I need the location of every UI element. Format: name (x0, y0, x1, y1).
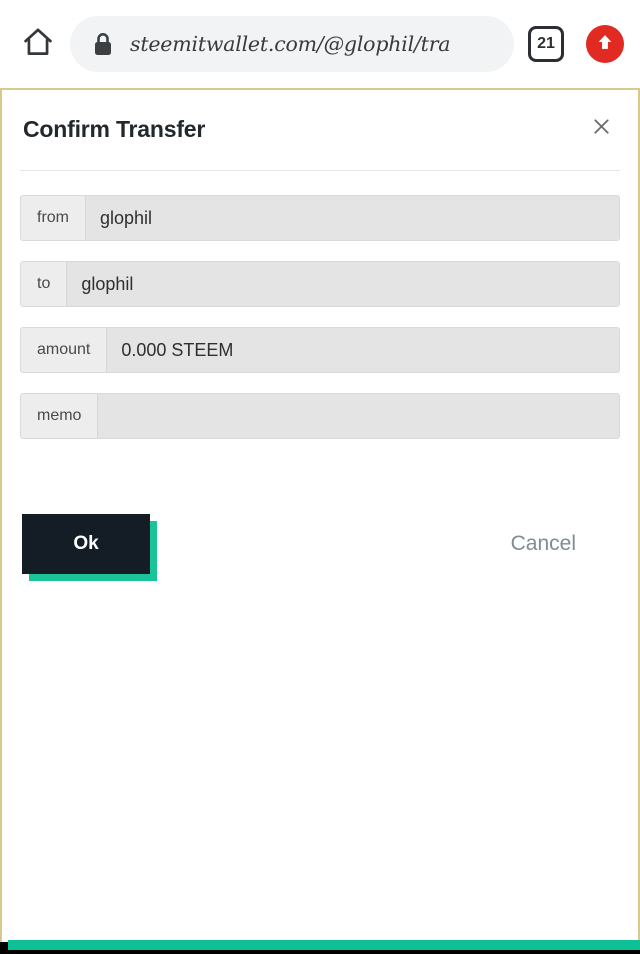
field-value-from[interactable]: glophil (86, 196, 619, 240)
ok-button[interactable]: Ok (22, 514, 150, 574)
confirm-transfer-dialog: Confirm Transfer from glophil to glophil… (2, 90, 638, 589)
tab-count-label: 21 (537, 35, 555, 52)
field-row-from: from glophil (20, 195, 620, 241)
close-button[interactable] (586, 114, 616, 144)
browser-toolbar: steemitwallet.com/@glophil/tra 21 (0, 0, 640, 88)
field-value-memo[interactable] (98, 394, 619, 438)
field-label-from: from (21, 196, 86, 240)
field-label-to: to (21, 262, 68, 306)
lock-icon (92, 31, 114, 57)
url-bar[interactable]: steemitwallet.com/@glophil/tra (70, 16, 514, 72)
field-value-to[interactable]: glophil (67, 262, 619, 306)
page-content-frame: Confirm Transfer from glophil to glophil… (0, 88, 640, 942)
screen: steemitwallet.com/@glophil/tra 21 Confir… (0, 0, 640, 954)
upload-button[interactable] (586, 25, 624, 63)
field-label-memo: memo (21, 394, 99, 438)
cancel-button[interactable]: Cancel (511, 532, 576, 556)
home-button[interactable] (16, 22, 60, 66)
upload-arrow-icon (594, 31, 616, 58)
field-row-amount: amount 0.000 STEEM (20, 327, 620, 373)
dialog-actions: Ok Cancel (20, 459, 620, 589)
field-value-amount[interactable]: 0.000 STEEM (107, 328, 619, 372)
dialog-header: Confirm Transfer (20, 116, 620, 171)
close-icon (592, 117, 611, 141)
home-icon (21, 25, 55, 64)
field-row-memo: memo (20, 393, 620, 439)
transfer-form: from glophil to glophil amount 0.000 STE… (20, 171, 620, 439)
field-row-to: to glophil (20, 261, 620, 307)
dialog-title: Confirm Transfer (23, 116, 206, 142)
url-text: steemitwallet.com/@glophil/tra (130, 32, 451, 56)
bottom-accent-bar (8, 940, 640, 950)
field-label-amount: amount (21, 328, 108, 372)
tab-counter-button[interactable]: 21 (528, 26, 564, 62)
